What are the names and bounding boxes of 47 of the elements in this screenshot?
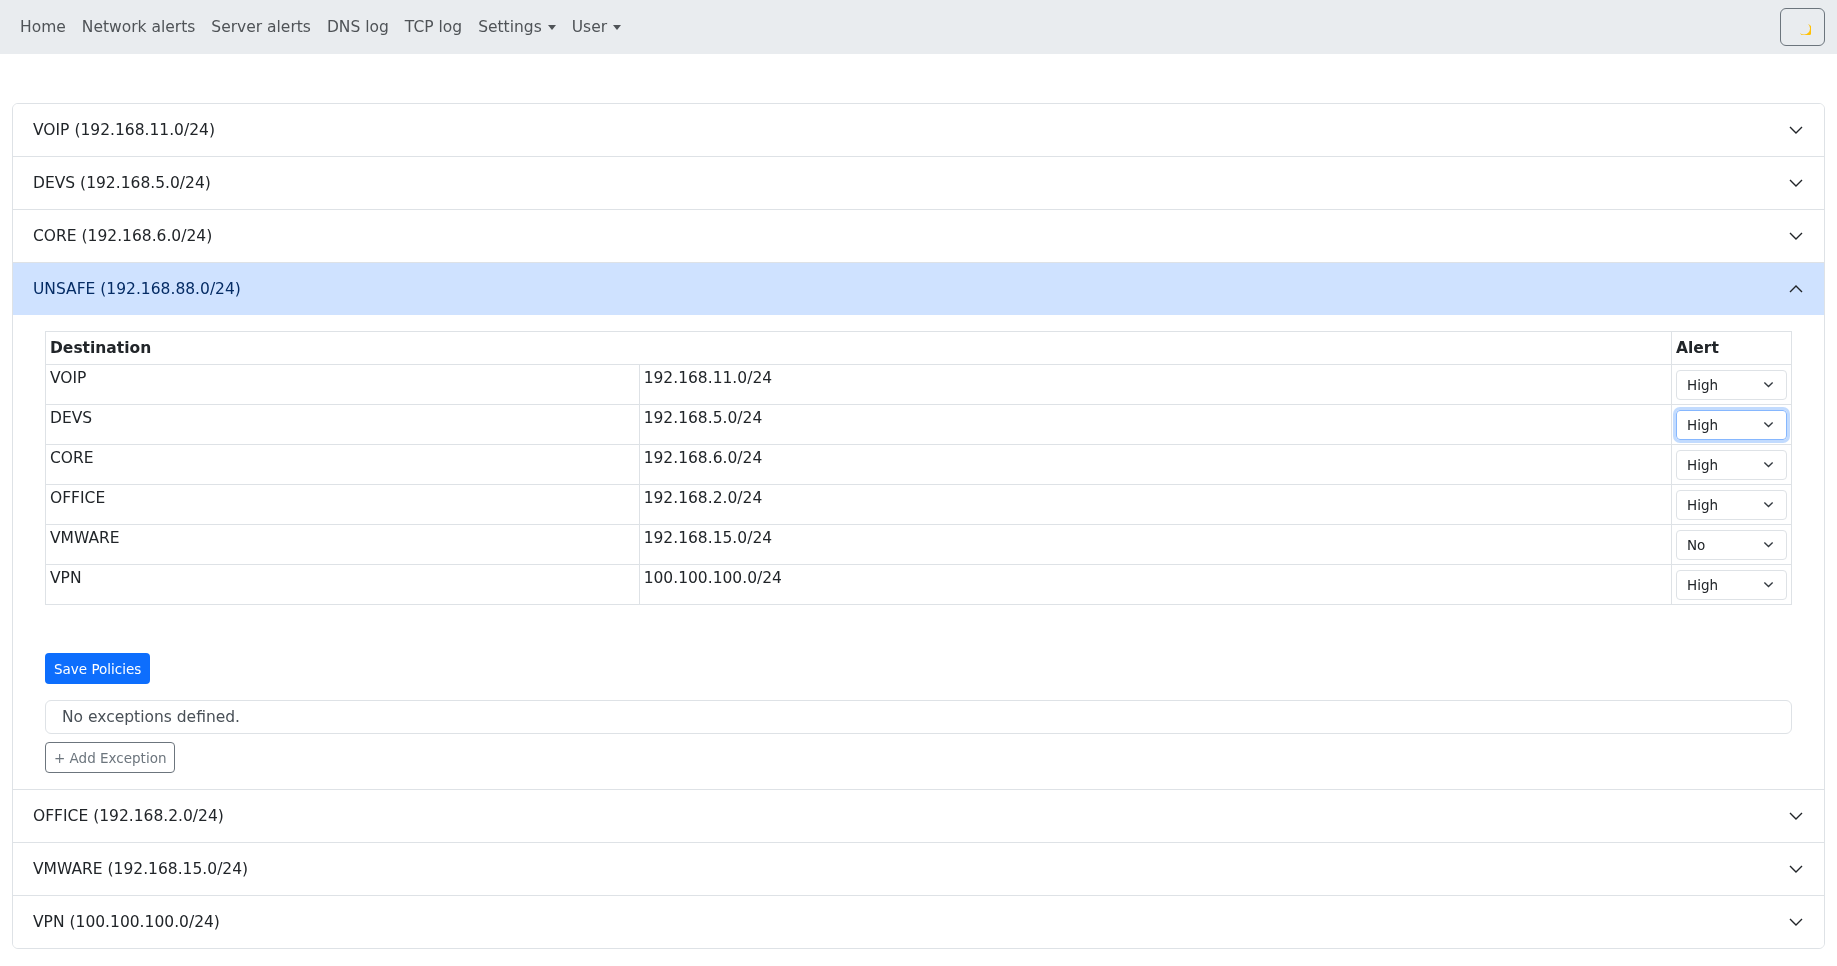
accordion-title: UNSAFE (192.168.88.0/24) xyxy=(33,280,241,298)
caret-icon xyxy=(613,24,622,30)
alert-select[interactable]: High xyxy=(1676,409,1787,440)
alert-select[interactable]: High xyxy=(1676,369,1787,400)
chevron-down-icon xyxy=(1763,459,1774,470)
chevron-down-icon xyxy=(1763,579,1774,590)
table-cell: OFFICE xyxy=(45,484,640,525)
nav-link[interactable]: Settings xyxy=(470,18,564,36)
caret-icon xyxy=(547,24,556,30)
column-header: Destination xyxy=(45,331,1672,365)
accordion-header[interactable]: UNSAFE (192.168.88.0/24) xyxy=(13,263,1824,315)
nav-link[interactable]: TCP log xyxy=(396,18,471,36)
nav-link[interactable]: DNS log xyxy=(318,18,397,36)
nav-link[interactable]: Home xyxy=(12,18,74,36)
accordion-title: CORE (192.168.6.0/24) xyxy=(33,227,213,245)
accordion-title: VMWARE (192.168.15.0/24) xyxy=(33,860,249,878)
alert-select[interactable]: No xyxy=(1676,529,1787,560)
accordion-title: VOIP (192.168.11.0/24) xyxy=(33,121,215,139)
table-cell: VPN xyxy=(45,564,640,605)
table-cell: 100.100.100.0/24 xyxy=(639,564,1672,605)
add-exception-button[interactable]: + Add Exception xyxy=(45,742,176,773)
chevron-down-icon xyxy=(1763,379,1774,390)
table-cell: 192.168.11.0/24 xyxy=(639,364,1672,405)
table-cell: VOIP xyxy=(45,364,640,405)
nav-link[interactable]: User xyxy=(563,18,630,36)
table-cell: VMWARE xyxy=(45,524,640,565)
alert-select[interactable]: High xyxy=(1676,569,1787,600)
table-cell: 192.168.2.0/24 xyxy=(639,484,1672,525)
table-cell: 192.168.5.0/24 xyxy=(639,404,1672,445)
nav-link[interactable]: Network alerts xyxy=(73,18,204,36)
accordion-title: VPN (100.100.100.0/24) xyxy=(33,913,220,931)
save-button[interactable]: Save Policies xyxy=(45,653,151,684)
accordion-title: OFFICE (192.168.2.0/24) xyxy=(33,807,224,825)
table-cell: CORE xyxy=(45,444,640,485)
chevron-down-icon xyxy=(1763,419,1774,430)
chevron-down-icon xyxy=(1763,539,1774,550)
exceptions-list: No exceptions defined. xyxy=(45,700,1792,734)
accordion-title: DEVS (192.168.5.0/24) xyxy=(33,174,211,192)
table-cell: 192.168.15.0/24 xyxy=(639,524,1672,565)
nav-link[interactable]: Server alerts xyxy=(203,18,319,36)
alert-select[interactable]: High xyxy=(1676,489,1787,520)
table-cell: DEVS xyxy=(45,404,640,445)
column-header: Alert xyxy=(1671,331,1792,365)
table-cell: 192.168.6.0/24 xyxy=(639,444,1672,485)
theme-toggle-button[interactable] xyxy=(1780,8,1825,46)
chevron-down-icon xyxy=(1763,499,1774,510)
alert-select[interactable]: High xyxy=(1676,449,1787,480)
